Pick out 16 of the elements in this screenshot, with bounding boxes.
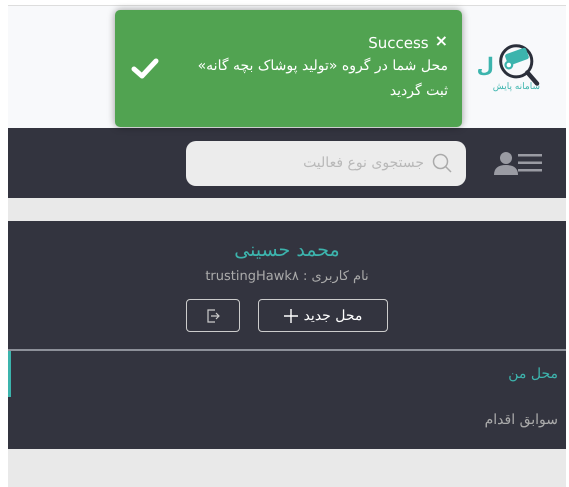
toast-title: Success bbox=[368, 34, 429, 52]
menu-item[interactable]: سوابق اقدام bbox=[8, 397, 566, 443]
logo-subtitle: سامانه پایش bbox=[492, 82, 540, 92]
user-icon[interactable] bbox=[494, 151, 518, 175]
menu-item[interactable]: محل من bbox=[8, 351, 566, 397]
new-place-button[interactable]: محل جدید bbox=[258, 299, 388, 332]
plus-icon bbox=[284, 308, 298, 322]
check-icon bbox=[131, 58, 159, 80]
toast-message: محل شما در گروه «تولید پوشاک بچه گانه» ثبت گردید bbox=[196, 56, 448, 100]
logout-button[interactable] bbox=[186, 299, 240, 332]
menu-icon[interactable] bbox=[518, 154, 542, 172]
close-button[interactable]: × bbox=[434, 34, 448, 48]
logout-icon bbox=[206, 308, 220, 322]
logo-text: ل bbox=[476, 53, 494, 77]
user-name: محمد حسینی bbox=[234, 239, 340, 261]
username-label: نام کاربری : trustingHawk۸ bbox=[205, 269, 369, 284]
